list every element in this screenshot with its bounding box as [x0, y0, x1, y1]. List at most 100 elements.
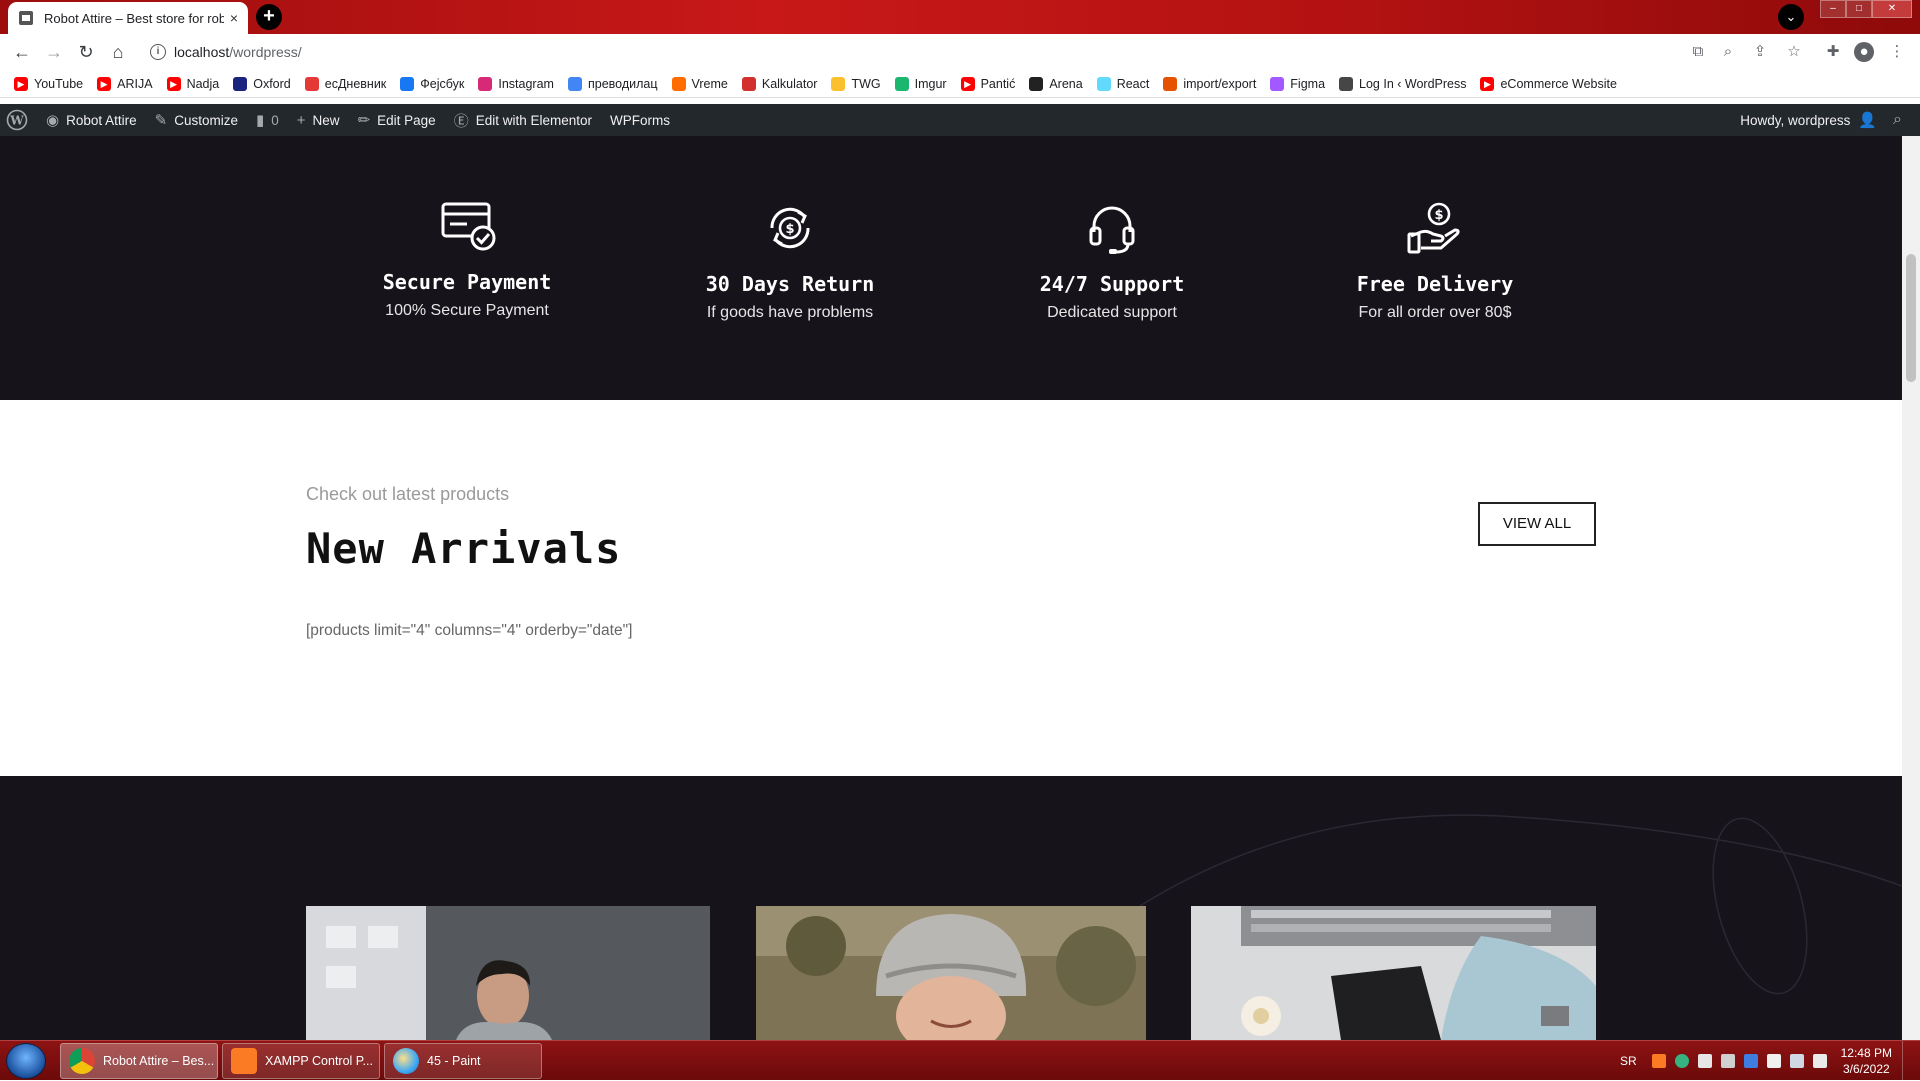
diary-icon — [304, 76, 319, 91]
usb-tray-icon[interactable] — [1720, 1054, 1735, 1068]
taskbar-item-chrome[interactable]: Robot Attire – Bes... — [60, 1043, 218, 1079]
system-clock[interactable]: 12:48 PM 3/6/2022 — [1841, 1045, 1892, 1077]
taskbar-item-paint[interactable]: 45 - Paint — [384, 1043, 542, 1079]
view-all-button[interactable]: VIEW ALL — [1478, 502, 1596, 546]
wordpress-logo-icon[interactable]: W — [6, 109, 28, 131]
features-section: Secure Payment 100% Secure Payment $ 30 … — [0, 136, 1902, 400]
language-indicator[interactable]: SR — [1620, 1054, 1637, 1068]
bookmark-item[interactable]: Arena — [1029, 76, 1083, 91]
bookmark-item[interactable]: Instagram — [478, 76, 554, 91]
oxford-icon — [233, 76, 248, 91]
browser-tab-strip: Robot Attire – Best store for robo × + ⌄… — [0, 0, 1920, 34]
window-minimize-icon[interactable]: – — [1820, 0, 1846, 18]
site-name-link[interactable]: ◉ Robot Attire — [46, 111, 137, 129]
security-tray-icon[interactable] — [1674, 1054, 1689, 1068]
bookmark-item[interactable]: ▶ Nadja — [166, 76, 220, 91]
taskbar-item-label: XAMPP Control P... — [265, 1054, 373, 1068]
feature-days-return: $ 30 Days Return If goods have problems — [660, 200, 920, 322]
feature-title: Free Delivery — [1356, 272, 1514, 296]
dashboard-icon: ◉ — [46, 112, 60, 129]
forward-icon[interactable]: → — [42, 40, 66, 64]
bookmark-item[interactable]: есДневник — [304, 76, 386, 91]
feature-title: 24/7 Support — [1039, 272, 1185, 296]
admin-search-icon[interactable]: ⌕ — [1893, 111, 1902, 129]
share-icon[interactable]: ⇪ — [1750, 42, 1770, 62]
windows-start-icon[interactable] — [6, 1043, 46, 1079]
zoom-icon[interactable]: ⌕ — [1718, 42, 1738, 62]
window-close-icon[interactable]: ✕ — [1872, 0, 1912, 18]
reload-icon[interactable]: ↻ — [74, 40, 98, 64]
new-content-link[interactable]: + New — [297, 112, 340, 129]
customize-link[interactable]: ✎ Customize — [155, 111, 238, 129]
browser-tab[interactable]: Robot Attire – Best store for robo × — [8, 2, 248, 34]
bookmark-item[interactable]: Imgur — [894, 76, 947, 91]
feature-support: 24/7 Support Dedicated support — [982, 200, 1242, 322]
edit-elementor-link[interactable]: Ⓔ Edit with Elementor — [454, 110, 592, 131]
scrollbar-thumb[interactable] — [1906, 254, 1916, 382]
network-tray-icon[interactable] — [1697, 1054, 1712, 1068]
bookmark-label: import/export — [1183, 76, 1257, 91]
bookmark-label: Kalkulator — [761, 76, 818, 91]
windows-taskbar: Robot Attire – Bes... XAMPP Control P...… — [0, 1040, 1920, 1081]
page-scrollbar[interactable] — [1902, 136, 1920, 1040]
clock-date: 3/6/2022 — [1842, 1062, 1890, 1076]
xampp-icon — [231, 1048, 257, 1074]
monitor-tray-icon[interactable] — [1789, 1054, 1804, 1068]
tab-search-icon[interactable]: ⌄ — [1778, 4, 1804, 30]
bookmark-item[interactable]: React — [1096, 76, 1149, 91]
url-path: /wordpress/ — [229, 44, 302, 60]
back-icon[interactable]: ← — [10, 40, 34, 64]
new-arrivals-section: Check out latest products New Arrivals V… — [0, 400, 1902, 776]
bookmark-item[interactable]: ▶ ARIJA — [97, 76, 153, 91]
youtube-icon: ▶ — [166, 76, 181, 91]
window-maximize-icon[interactable]: □ — [1846, 0, 1872, 18]
bookmark-item[interactable]: ▶ eCommerce Website — [1480, 76, 1617, 91]
user-avatar-icon[interactable]: 👤 — [1858, 111, 1877, 129]
bookmark-label: Nadja — [186, 76, 220, 91]
bookmark-item[interactable]: Figma — [1270, 76, 1325, 91]
wpforms-link[interactable]: WPForms — [610, 113, 670, 128]
site-info-icon[interactable]: i — [150, 44, 166, 60]
volume-tray-icon[interactable] — [1812, 1054, 1827, 1068]
product-image — [756, 906, 1146, 1040]
bookmark-item[interactable]: ▶ Pantić — [960, 76, 1015, 91]
translate-icon[interactable]: ⧉ — [1688, 42, 1708, 62]
tab-close-icon[interactable]: × — [230, 10, 238, 26]
home-icon[interactable]: ⌂ — [106, 40, 130, 64]
bookmark-item[interactable]: преводилац — [567, 76, 658, 91]
taskbar-item-xampp[interactable]: XAMPP Control P... — [222, 1043, 380, 1079]
bookmark-item[interactable]: Фејсбук — [400, 76, 465, 91]
bookmark-item[interactable]: Log In ‹ WordPress — [1339, 76, 1466, 91]
bookmark-item[interactable]: Oxford — [233, 76, 291, 91]
feature-subtitle: For all order over 80$ — [1358, 304, 1512, 321]
feature-subtitle: If goods have problems — [706, 304, 874, 321]
bookmark-item[interactable]: Vreme — [671, 76, 728, 91]
site-favicon-icon — [19, 11, 33, 25]
extensions-icon[interactable]: ✚ — [1823, 42, 1843, 62]
profile-icon[interactable]: ● — [1854, 42, 1874, 62]
bookmark-item[interactable]: import/export — [1163, 76, 1257, 91]
address-bar[interactable]: i localhost/wordpress/ — [142, 37, 1692, 67]
bookmark-label: Фејсбук — [420, 76, 465, 91]
page-content: Secure Payment 100% Secure Payment $ 30 … — [0, 136, 1902, 1040]
bookmark-item[interactable]: Kalkulator — [741, 76, 818, 91]
display-tray-icon[interactable] — [1743, 1054, 1758, 1068]
tab-title: Robot Attire – Best store for robo — [44, 10, 224, 26]
xampp-tray-icon[interactable] — [1651, 1054, 1666, 1068]
flag-tray-icon[interactable] — [1766, 1054, 1781, 1068]
menu-icon[interactable]: ⋮ — [1887, 42, 1907, 62]
howdy-user[interactable]: Howdy, wordpress — [1740, 113, 1850, 128]
category-card-accessories[interactable] — [1191, 906, 1596, 1040]
bookmark-star-icon[interactable]: ☆ — [1784, 42, 1804, 62]
category-card-women[interactable] — [756, 906, 1146, 1040]
comment-icon: ▮ — [256, 112, 265, 129]
category-card-men[interactable] — [306, 906, 710, 1040]
bookmark-item[interactable]: ▶ YouTube — [14, 76, 83, 91]
edit-page-link[interactable]: ✏ Edit Page — [358, 111, 436, 129]
bookmark-item[interactable]: TWG — [831, 76, 881, 91]
figma-icon — [1270, 76, 1285, 91]
comments-link[interactable]: ▮ 0 — [256, 111, 279, 129]
new-tab-button[interactable]: + — [256, 4, 282, 30]
feature-title: 30 Days Return — [705, 272, 875, 296]
show-desktop-button[interactable] — [1902, 1041, 1912, 1081]
